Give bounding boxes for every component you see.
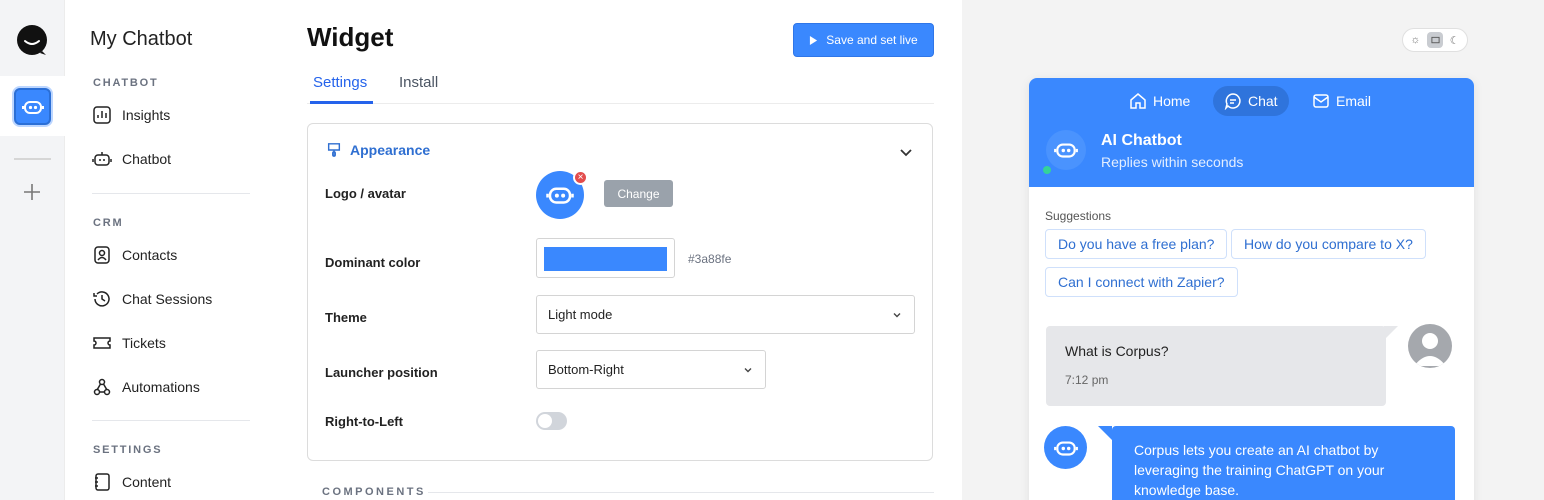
- tab-bar: Settings Install: [307, 64, 934, 104]
- bot-icon: [92, 152, 112, 166]
- suggestion-chip[interactable]: Do you have a free plan?: [1045, 229, 1228, 259]
- widget-nav-email[interactable]: Email: [1301, 86, 1382, 116]
- bot-icon: [546, 187, 574, 204]
- active-tab-indicator: [310, 101, 373, 104]
- components-section-label: COMPONENTS: [322, 486, 426, 498]
- theme-select-value: Light mode: [548, 307, 613, 322]
- play-icon: [810, 35, 818, 45]
- appearance-header[interactable]: Appearance: [326, 142, 430, 158]
- theme-select[interactable]: Light mode: [536, 295, 915, 334]
- insights-icon: [93, 106, 111, 124]
- webhook-icon: [93, 378, 111, 396]
- rtl-label: Right-to-Left: [325, 414, 403, 429]
- chevron-down-icon: [744, 368, 752, 373]
- section-label-crm: CRM: [93, 217, 124, 229]
- chatbot-title: My Chatbot: [90, 28, 193, 50]
- widget-header: Home Chat Email AI Chatbot Replies withi…: [1029, 78, 1474, 187]
- user-avatar-icon: [1408, 324, 1452, 368]
- appearance-card: Appearance Logo / avatar × Change Domina…: [307, 123, 933, 461]
- chat-bubble-icon: [1224, 93, 1241, 110]
- sidebar-item-content[interactable]: Content: [92, 470, 171, 494]
- color-picker[interactable]: [536, 238, 675, 278]
- widget-bot-name: AI Chatbot: [1101, 132, 1182, 149]
- sidebar-item-chat-sessions[interactable]: Chat Sessions: [92, 287, 212, 311]
- color-swatch: [544, 247, 667, 271]
- sidebar-item-label: Automations: [122, 379, 200, 395]
- sidebar-item-label: Insights: [122, 107, 171, 123]
- preview-theme-switch[interactable]: ☼ ☾: [1402, 28, 1468, 52]
- save-button-label: Save and set live: [826, 33, 918, 47]
- color-hex-value: #3a88fe: [688, 252, 732, 266]
- contacts-icon: [94, 246, 110, 264]
- logo-avatar-label: Logo / avatar: [325, 186, 406, 201]
- sidebar-item-label: Content: [122, 474, 172, 490]
- suggestion-chip[interactable]: Can I connect with Zapier?: [1045, 267, 1238, 297]
- chevron-down-icon: [893, 313, 901, 318]
- user-message-text: What is Corpus?: [1065, 343, 1169, 359]
- rtl-toggle[interactable]: [536, 412, 567, 430]
- bot-icon: [21, 100, 44, 114]
- launcher-position-label: Launcher position: [325, 365, 438, 380]
- sidebar-item-label: Chatbot: [122, 151, 172, 167]
- paintbrush-icon: [327, 143, 341, 157]
- widget-bot-subtitle: Replies within seconds: [1101, 154, 1244, 170]
- chatbot-rail-button[interactable]: [14, 88, 51, 125]
- appearance-heading: Appearance: [350, 142, 431, 158]
- bot-message-bubble: Corpus lets you create an AI chatbot by …: [1098, 426, 1455, 500]
- tab-install[interactable]: Install: [399, 74, 438, 91]
- user-message-bubble: What is Corpus? 7:12 pm: [1046, 326, 1398, 406]
- sidebar: My Chatbot CHATBOT Insights Chatbot CRM …: [66, 0, 280, 500]
- chevron-down-icon[interactable]: [898, 144, 914, 160]
- envelope-icon: [1313, 94, 1329, 108]
- bot-icon: [1053, 441, 1078, 456]
- bot-message-text: Corpus lets you create an AI chatbot by …: [1134, 442, 1385, 498]
- sun-icon[interactable]: ☼: [1410, 34, 1420, 46]
- sidebar-item-chatbot[interactable]: Chatbot: [92, 147, 171, 171]
- launcher-select-value: Bottom-Right: [548, 362, 624, 377]
- widget-nav-chat[interactable]: Chat: [1213, 86, 1289, 116]
- suggestion-chip[interactable]: How do you compare to X?: [1231, 229, 1426, 259]
- widget-nav-home[interactable]: Home: [1118, 86, 1201, 116]
- theme-label: Theme: [325, 310, 367, 325]
- book-icon: [95, 473, 110, 491]
- sidebar-item-label: Tickets: [122, 335, 166, 351]
- page-title: Widget: [307, 22, 394, 52]
- widget-bot-avatar: [1046, 130, 1086, 170]
- bot-avatar: [1044, 426, 1087, 469]
- moon-icon[interactable]: ☾: [1450, 34, 1460, 47]
- monitor-icon[interactable]: [1427, 32, 1444, 48]
- ticket-icon: [93, 337, 111, 349]
- change-avatar-button[interactable]: Change: [604, 180, 673, 207]
- home-icon: [1130, 93, 1146, 109]
- online-status-dot: [1043, 166, 1051, 174]
- sidebar-item-label: Chat Sessions: [122, 291, 213, 307]
- icon-rail: [0, 0, 65, 500]
- chat-widget-preview: Home Chat Email AI Chatbot Replies withi…: [1029, 78, 1474, 500]
- message-timestamp: 7:12 pm: [1065, 373, 1109, 387]
- history-icon: [93, 291, 110, 307]
- launcher-position-select[interactable]: Bottom-Right: [536, 350, 766, 389]
- sidebar-item-automations[interactable]: Automations: [92, 375, 200, 399]
- tab-settings[interactable]: Settings: [313, 74, 367, 91]
- widget-settings-panel: Widget Save and set live Settings Instal…: [280, 0, 962, 500]
- sidebar-item-label: Contacts: [122, 247, 178, 263]
- remove-avatar-close-icon[interactable]: ×: [573, 170, 588, 185]
- section-label-settings: SETTINGS: [93, 444, 163, 456]
- add-chatbot-plus-icon[interactable]: [22, 182, 42, 202]
- suggestions-label: Suggestions: [1045, 209, 1112, 223]
- section-label-chatbot: CHATBOT: [93, 77, 159, 89]
- widget-preview-area: ☼ ☾ Home Chat Email AI Chatbot Replies w…: [962, 0, 1544, 500]
- sidebar-item-tickets[interactable]: Tickets: [92, 331, 166, 355]
- save-and-set-live-button[interactable]: Save and set live: [793, 23, 934, 57]
- sidebar-item-contacts[interactable]: Contacts: [92, 243, 177, 267]
- sidebar-item-insights[interactable]: Insights: [92, 103, 170, 127]
- bot-icon: [1054, 143, 1078, 158]
- app-logo-icon[interactable]: [16, 24, 48, 56]
- dominant-color-label: Dominant color: [325, 255, 421, 270]
